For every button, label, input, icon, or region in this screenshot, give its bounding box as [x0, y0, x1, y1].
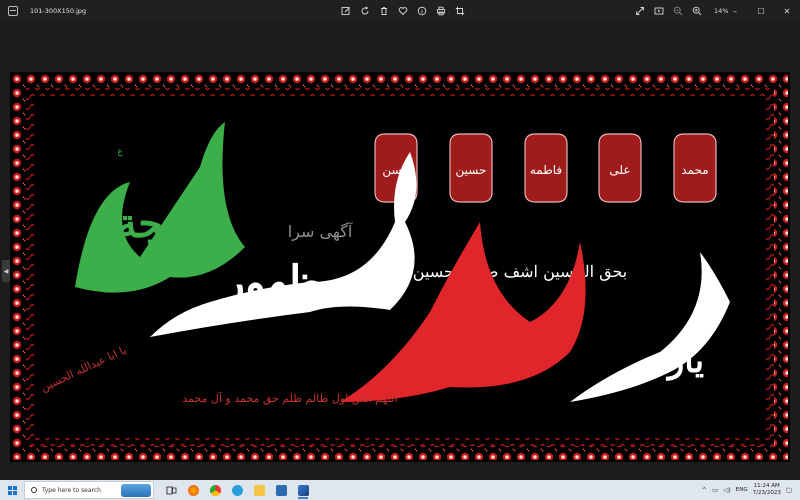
clock-time: 11:24 AM: [753, 483, 780, 489]
taskbar-search[interactable]: Type here to search: [24, 481, 154, 499]
white-phrase: بظهور: [221, 257, 337, 309]
photos-app-icon: [8, 6, 18, 16]
taskbar: Type here to search ^ ▭ ◁) ENG 11:24 AM …: [0, 480, 800, 500]
zoom-out-icon[interactable]: [668, 2, 687, 20]
small-white-phrase: بحق الحسین اشف صدر الحسین: [413, 262, 627, 281]
close-button[interactable]: ✕: [774, 0, 800, 22]
language-indicator[interactable]: ENG: [736, 487, 748, 493]
white-left-phrase: یارب: [636, 341, 704, 381]
file-explorer-icon[interactable]: [250, 482, 268, 498]
window-controls: – ☐ ✕: [722, 0, 800, 22]
calligraphy-artwork: حسن حسین فاطمه علی محمد الحجة ع بظهور یا…: [12, 74, 788, 460]
taskbar-apps: [162, 482, 312, 499]
search-highlight-image: [121, 484, 151, 497]
network-icon[interactable]: ▭: [712, 486, 718, 494]
badge-4: علی: [598, 133, 642, 203]
badge-5-text: محمد: [681, 163, 708, 177]
previous-image-button[interactable]: ◀: [2, 260, 10, 282]
badge-2-text: حسین: [456, 163, 487, 178]
firefox-icon[interactable]: [184, 482, 202, 498]
task-view-icon[interactable]: [162, 482, 180, 498]
clock[interactable]: 11:24 AM 7/23/2023: [753, 483, 781, 497]
zoom-in-icon[interactable]: [687, 2, 706, 20]
image-viewer: ◀ حسن حسین فاطمه علی محمد الحجة ع بظهور …: [0, 22, 800, 480]
info-icon[interactable]: [412, 2, 431, 20]
minimize-button[interactable]: –: [722, 0, 748, 22]
watermark: آگهی سرا: [288, 222, 354, 242]
clock-date: 7/23/2023: [752, 490, 781, 496]
telegram-icon[interactable]: [228, 482, 246, 498]
search-icon: [31, 487, 37, 493]
red-phrase: الحسین: [420, 336, 541, 382]
title-bar: 101-300X150.jpg 14% – ☐ ✕: [0, 0, 800, 22]
main-toolbar: [336, 0, 469, 22]
volume-icon[interactable]: ◁): [723, 486, 731, 494]
windows-icon: [7, 485, 17, 495]
expand-icon[interactable]: [630, 2, 649, 20]
rotate-icon[interactable]: [355, 2, 374, 20]
start-button[interactable]: [0, 480, 24, 500]
red-bottom-line: اللهم العن اول ظالم ظلم حق محمد و آل محم…: [182, 392, 397, 405]
chevron-up-icon[interactable]: ^: [702, 486, 707, 494]
edit-icon[interactable]: [336, 2, 355, 20]
chrome-icon[interactable]: [206, 482, 224, 498]
system-tray: ^ ▭ ◁) ENG 11:24 AM 7/23/2023 ▢: [702, 480, 792, 500]
photos-taskbar-icon[interactable]: [294, 482, 312, 499]
slideshow-icon[interactable]: [649, 2, 668, 20]
svg-text:ع: ع: [117, 147, 123, 157]
green-phrase: الحجة: [117, 200, 213, 247]
crop-icon[interactable]: [450, 2, 469, 20]
badge-3-text: فاطمه: [530, 163, 562, 177]
badge-5: محمد: [673, 133, 717, 203]
badge-2: حسین: [449, 133, 493, 203]
monitor-app-icon[interactable]: [272, 482, 290, 498]
favorite-icon[interactable]: [393, 2, 412, 20]
badge-4-text: علی: [609, 163, 630, 177]
print-icon[interactable]: [431, 2, 450, 20]
notification-icon[interactable]: ▢: [786, 486, 792, 494]
maximize-button[interactable]: ☐: [748, 0, 774, 22]
badge-3: فاطمه: [524, 133, 568, 203]
displayed-image: حسن حسین فاطمه علی محمد الحجة ع بظهور یا…: [10, 72, 790, 462]
file-name: 101-300X150.jpg: [30, 7, 87, 15]
delete-icon[interactable]: [374, 2, 393, 20]
search-placeholder: Type here to search: [42, 486, 101, 494]
